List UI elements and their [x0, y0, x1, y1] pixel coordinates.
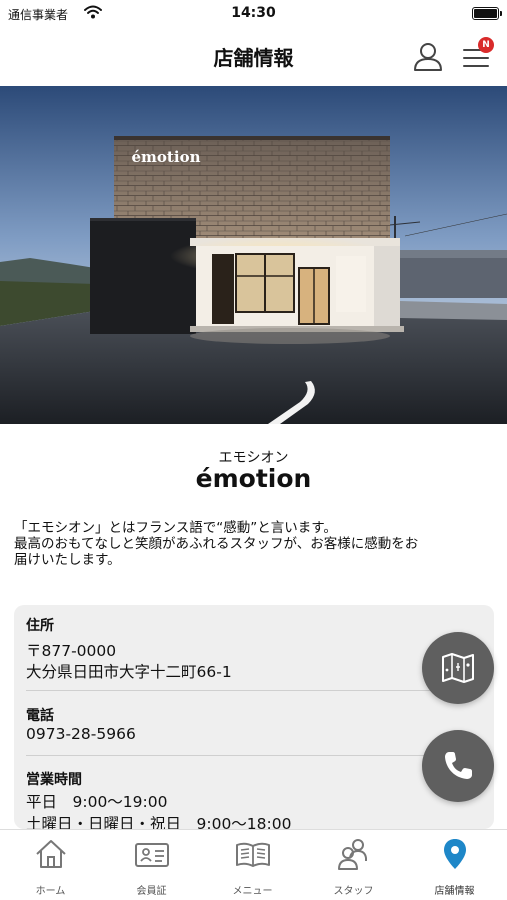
tab-member-card[interactable]: 会員証 — [101, 830, 202, 900]
hours-weekend: 土曜日・日曜日・祝日 9:00〜18:00 — [26, 815, 292, 829]
divider — [26, 690, 482, 691]
member-card-icon — [135, 843, 169, 867]
phone-icon — [445, 752, 472, 779]
address-label: 住所 — [26, 618, 54, 634]
nav-bar: 店舗情報 N — [0, 28, 507, 86]
divider — [26, 755, 482, 756]
phone-label: 電話 — [26, 708, 54, 724]
user-icon — [414, 43, 442, 71]
tab-label: スタッフ — [333, 886, 374, 897]
tab-label: 会員証 — [136, 886, 167, 897]
postal-code: 〒877-0000 — [26, 642, 117, 660]
tab-label: ホーム — [35, 886, 66, 897]
hours-weekday: 平日 9:00〜19:00 — [26, 793, 168, 811]
location-pin-icon — [444, 839, 466, 869]
description-line: 届けいたします。 — [14, 552, 121, 568]
staff-icon — [338, 839, 367, 870]
battery-icon — [472, 7, 502, 20]
status-bar: 通信事業者 14:30 — [0, 0, 507, 28]
home-icon — [36, 840, 66, 868]
tab-shop-info[interactable]: 店舗情報 — [404, 830, 505, 900]
user-account-button[interactable] — [410, 39, 446, 75]
shop-description: 「エモシオン」とはフランス語で“感動”と言います。 最高のおもてなしと笑顔があふ… — [14, 520, 494, 568]
shop-hero-image: émotion — [0, 86, 507, 424]
tab-menu[interactable]: メニュー — [202, 830, 303, 900]
tab-home[interactable]: ホーム — [0, 830, 101, 900]
bottom-tab-bar: ホーム 会員証 メニュー スタッフ 店舗情報 — [0, 829, 507, 900]
phone-value: 0973-28-5966 — [26, 725, 136, 743]
hours-label: 営業時間 — [26, 772, 82, 788]
tab-label: 店舗情報 — [434, 886, 475, 897]
map-icon — [442, 653, 474, 683]
notification-badge: N — [478, 37, 494, 53]
tab-staff[interactable]: スタッフ — [303, 830, 404, 900]
call-button[interactable] — [422, 730, 494, 802]
book-icon — [236, 842, 270, 867]
description-line: 最高のおもてなしと笑顔があふれるスタッフが、お客様に感動をお — [14, 536, 419, 552]
description-line: 「エモシオン」とはフランス語で“感動”と言います。 — [14, 520, 337, 536]
tab-label: メニュー — [232, 886, 273, 897]
shop-name: émotion — [195, 464, 312, 493]
menu-button[interactable]: N — [458, 37, 494, 75]
map-button[interactable] — [422, 632, 494, 704]
shop-info-card: 住所 〒877-0000 大分県日田市大字十二町66-1 電話 0973-28-… — [14, 605, 494, 829]
address-value: 大分県日田市大字十二町66-1 — [26, 663, 232, 681]
status-time: 14:30 — [231, 5, 276, 21]
shop-sign-text: émotion — [132, 148, 201, 166]
